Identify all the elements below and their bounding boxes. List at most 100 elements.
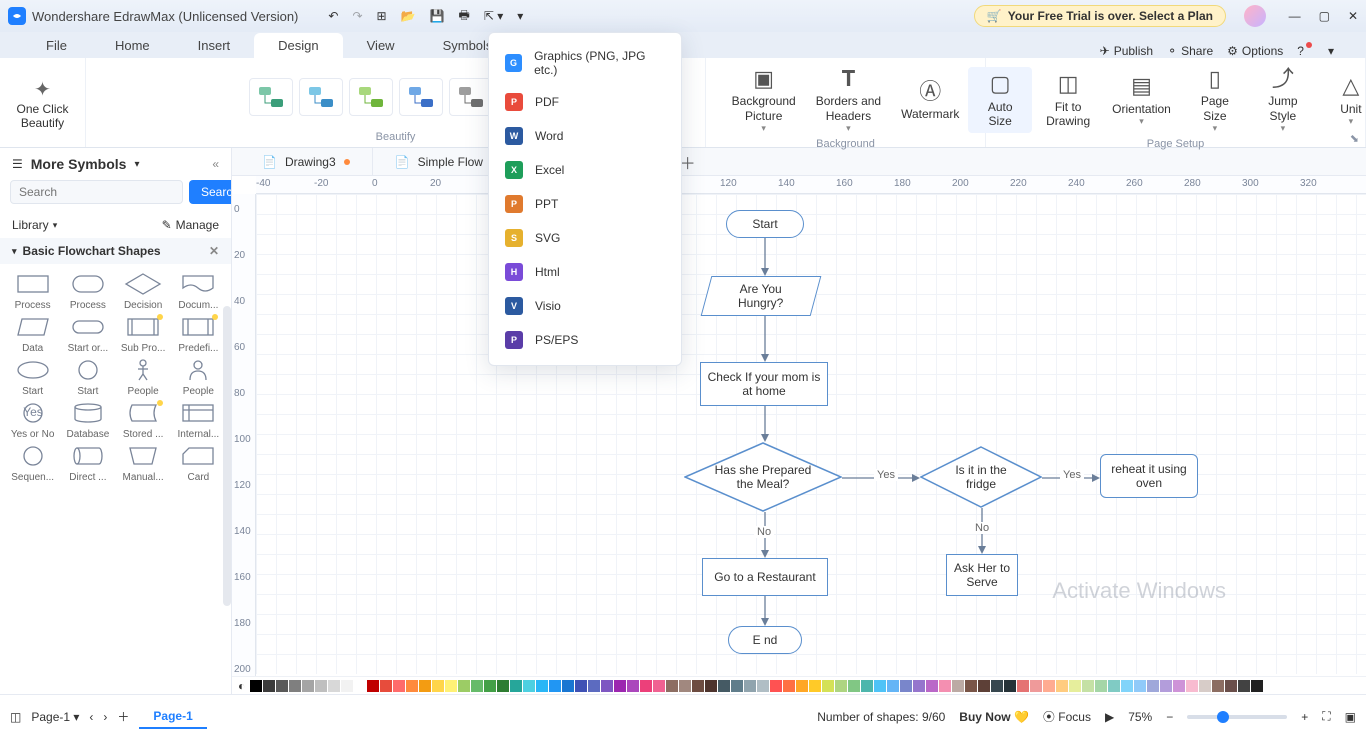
color-swatch[interactable] xyxy=(302,680,314,692)
shape-startor[interactable]: Start or... xyxy=(61,315,114,354)
color-swatch[interactable] xyxy=(276,680,288,692)
next-page-button[interactable]: › xyxy=(103,710,107,724)
theme-style-4[interactable] xyxy=(449,78,493,116)
drawing-canvas[interactable]: Start Are You Hungry? Check If your mom … xyxy=(256,194,1366,674)
export-item-visio[interactable]: VVisio xyxy=(489,289,681,323)
color-swatch[interactable] xyxy=(900,680,912,692)
menu-file[interactable]: File xyxy=(22,33,91,58)
color-swatch[interactable] xyxy=(536,680,548,692)
unit-button[interactable]: △Unit▾ xyxy=(1319,69,1366,131)
node-end[interactable]: E nd xyxy=(728,626,802,654)
color-swatch[interactable] xyxy=(328,680,340,692)
color-swatch[interactable] xyxy=(1069,680,1081,692)
color-swatch[interactable] xyxy=(965,680,977,692)
new-button[interactable]: ⊞ xyxy=(377,9,387,23)
color-swatch[interactable] xyxy=(393,680,405,692)
color-swatch[interactable] xyxy=(419,680,431,692)
close-section-icon[interactable]: ✕ xyxy=(209,244,219,258)
color-swatch[interactable] xyxy=(640,680,652,692)
color-swatch[interactable] xyxy=(484,680,496,692)
zoom-slider[interactable] xyxy=(1187,715,1287,719)
color-swatch[interactable] xyxy=(445,680,457,692)
color-swatch[interactable] xyxy=(991,680,1003,692)
color-swatch[interactable] xyxy=(1199,680,1211,692)
color-swatch[interactable] xyxy=(250,680,262,692)
focus-toggle[interactable]: ⦿ Focus xyxy=(1043,708,1091,725)
doc-tab-simpleflow[interactable]: 📄 Simple Flow xyxy=(373,148,506,175)
zoom-in-button[interactable]: + xyxy=(1301,710,1308,724)
color-swatch[interactable] xyxy=(731,680,743,692)
color-swatch[interactable] xyxy=(1186,680,1198,692)
watermark-button[interactable]: ⒶWatermark xyxy=(893,75,967,126)
one-click-beautify-button[interactable]: ✦One Click Beautify xyxy=(8,73,76,134)
options-button[interactable]: ⚙ Options xyxy=(1227,44,1283,58)
page-selector[interactable]: Page-1 ▾ xyxy=(31,710,79,724)
color-swatch[interactable] xyxy=(913,680,925,692)
color-swatch[interactable] xyxy=(341,680,353,692)
panel-scrollbar[interactable] xyxy=(223,306,231,606)
color-swatch[interactable] xyxy=(926,680,938,692)
symbol-search-input[interactable] xyxy=(10,180,183,204)
close-button[interactable]: ✕ xyxy=(1348,9,1358,23)
shape-database[interactable]: Database xyxy=(61,401,114,440)
minimize-button[interactable]: — xyxy=(1289,9,1301,23)
color-swatch[interactable] xyxy=(1056,680,1068,692)
pagesetup-expand-icon[interactable]: ⬊ xyxy=(1350,132,1359,145)
color-swatch[interactable] xyxy=(1147,680,1159,692)
collapse-ribbon-button[interactable]: ▾ xyxy=(1328,44,1334,58)
theme-style-1[interactable] xyxy=(299,78,343,116)
color-swatch[interactable] xyxy=(861,680,873,692)
color-swatch[interactable] xyxy=(432,680,444,692)
prev-page-button[interactable]: ‹ xyxy=(89,710,93,724)
color-swatch[interactable] xyxy=(822,680,834,692)
color-swatch[interactable] xyxy=(1225,680,1237,692)
zoom-out-button[interactable]: − xyxy=(1166,710,1173,724)
publish-button[interactable]: ✈ Publish xyxy=(1100,44,1153,58)
manage-library-button[interactable]: ✎ Manage xyxy=(162,218,219,232)
color-swatch[interactable] xyxy=(887,680,899,692)
color-swatch[interactable] xyxy=(601,680,613,692)
color-swatch[interactable] xyxy=(1173,680,1185,692)
page-tab-1[interactable]: Page-1 xyxy=(139,705,206,729)
undo-button[interactable]: ↶ xyxy=(328,9,338,23)
menu-view[interactable]: View xyxy=(343,33,419,58)
color-swatch[interactable] xyxy=(263,680,275,692)
color-swatch[interactable] xyxy=(848,680,860,692)
fit-to-drawing-button[interactable]: ◫Fit to Drawing xyxy=(1036,67,1100,132)
page-layout-icon[interactable]: ◫ xyxy=(10,710,21,724)
color-swatch[interactable] xyxy=(939,680,951,692)
background-picture-button[interactable]: ▣Background Picture▾ xyxy=(724,62,804,138)
color-swatch[interactable] xyxy=(1160,680,1172,692)
shape-stored[interactable]: Stored ... xyxy=(117,401,170,440)
color-swatch[interactable] xyxy=(952,680,964,692)
export-item-pdf[interactable]: PPDF xyxy=(489,85,681,119)
color-swatch[interactable] xyxy=(510,680,522,692)
color-swatch[interactable] xyxy=(783,680,795,692)
node-restaurant[interactable]: Go to a Restaurant xyxy=(702,558,828,596)
borders-headers-button[interactable]: 𝐓Borders and Headers▾ xyxy=(808,62,889,138)
color-swatch[interactable] xyxy=(549,680,561,692)
color-swatch[interactable] xyxy=(1004,680,1016,692)
export-item-graphicspngjpgetc[interactable]: GGraphics (PNG, JPG etc.) xyxy=(489,41,681,85)
color-swatch[interactable] xyxy=(575,680,587,692)
shape-subpro[interactable]: Sub Pro... xyxy=(117,315,170,354)
export-item-word[interactable]: WWord xyxy=(489,119,681,153)
color-swatch[interactable] xyxy=(705,680,717,692)
color-swatch[interactable] xyxy=(1095,680,1107,692)
export-item-excel[interactable]: XExcel xyxy=(489,153,681,187)
save-button[interactable]: 💾 xyxy=(430,9,445,23)
color-swatch[interactable] xyxy=(679,680,691,692)
export-item-pseps[interactable]: PPS/EPS xyxy=(489,323,681,357)
color-swatch[interactable] xyxy=(523,680,535,692)
color-swatch[interactable] xyxy=(835,680,847,692)
color-swatch[interactable] xyxy=(809,680,821,692)
color-swatch[interactable] xyxy=(354,680,366,692)
color-swatch[interactable] xyxy=(770,680,782,692)
menu-design[interactable]: Design xyxy=(254,33,342,58)
jump-style-button[interactable]: ⤴Jump Style▾ xyxy=(1251,62,1315,138)
color-swatch[interactable] xyxy=(471,680,483,692)
color-swatch[interactable] xyxy=(1238,680,1250,692)
color-swatch[interactable] xyxy=(614,680,626,692)
color-swatch[interactable] xyxy=(1121,680,1133,692)
presentation-button[interactable]: ▶ xyxy=(1105,710,1114,724)
